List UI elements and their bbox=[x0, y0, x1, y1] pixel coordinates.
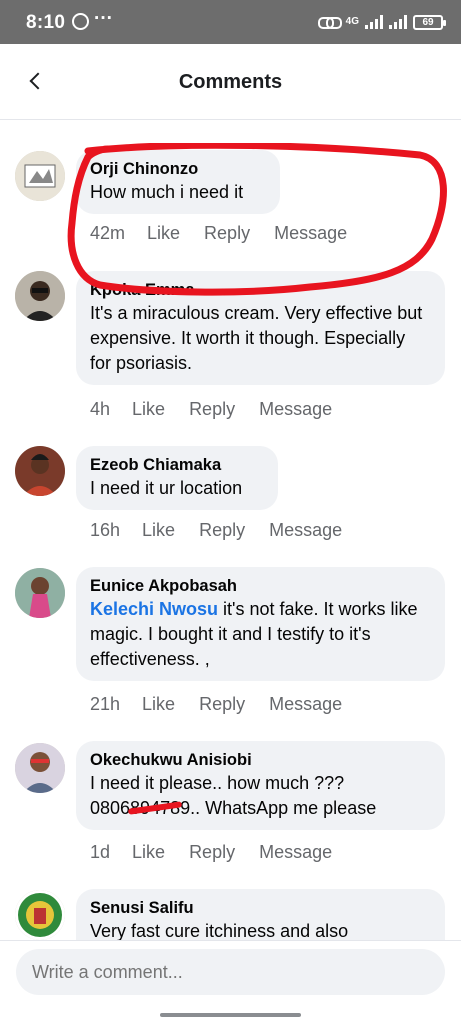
comment-bubble: Ezeob Chiamaka I need it ur location bbox=[76, 446, 278, 510]
comment-bubble: Eunice Akpobasah Kelechi Nwosu it's not … bbox=[76, 567, 445, 681]
comment-text-line-2: 0806894789.. WhatsApp me please bbox=[90, 796, 431, 821]
comment-text-rest: .. WhatsApp me please bbox=[190, 798, 377, 818]
reply-button[interactable]: Reply bbox=[199, 520, 245, 541]
status-time: 8:10 bbox=[26, 12, 66, 33]
comment-actions: 21h Like Reply Message bbox=[90, 694, 366, 715]
phone-end: 9 bbox=[180, 798, 191, 818]
more-notifications-icon: ··· bbox=[94, 8, 113, 29]
avatar[interactable] bbox=[15, 446, 65, 496]
comment-time: 21h bbox=[90, 694, 121, 714]
like-button[interactable]: Like bbox=[142, 694, 175, 715]
phone-start: 0806 bbox=[90, 798, 131, 818]
signal-icon bbox=[365, 15, 383, 29]
battery-icon: 69 bbox=[413, 14, 446, 30]
reply-button[interactable]: Reply bbox=[189, 842, 235, 863]
reply-button[interactable]: Reply bbox=[199, 694, 245, 715]
status-bar: 8:10 ··· 4G 69 bbox=[0, 0, 461, 44]
comment-text: How much i need it bbox=[90, 182, 244, 202]
app-header: Comments bbox=[0, 44, 461, 120]
comment-time: 16h bbox=[90, 520, 121, 540]
avatar[interactable] bbox=[15, 151, 65, 201]
like-button[interactable]: Like bbox=[142, 520, 175, 541]
avatar[interactable] bbox=[15, 568, 65, 618]
phone-redaction: 89478 bbox=[130, 796, 180, 821]
comment-author[interactable]: Okechukwu Anisiobi bbox=[90, 749, 431, 771]
avatar[interactable] bbox=[15, 743, 65, 793]
comment-author[interactable]: Senusi Salifu bbox=[90, 897, 431, 919]
like-button[interactable]: Like bbox=[147, 223, 180, 244]
reply-button[interactable]: Reply bbox=[189, 399, 235, 420]
network-type: 4G bbox=[345, 16, 359, 27]
comment-text: It's a miraculous cream. Very effective … bbox=[90, 303, 423, 373]
comment-list[interactable]: Orji Chinonzo How much i need it 42m Lik… bbox=[0, 121, 461, 941]
page-title: Comments bbox=[178, 71, 283, 93]
hotspot-link-icon bbox=[317, 15, 342, 29]
avatar[interactable] bbox=[15, 271, 65, 321]
message-button[interactable]: Message bbox=[274, 223, 347, 244]
comment-bubble: Okechukwu Anisiobi I need it please.. ho… bbox=[76, 741, 445, 830]
comment-bubble: Orji Chinonzo How much i need it bbox=[76, 150, 280, 214]
signal-icon-2 bbox=[389, 15, 407, 29]
comment-actions: 42m Like Reply Message bbox=[90, 223, 371, 244]
comment-time: 4h bbox=[90, 399, 111, 419]
mention-link[interactable]: Kelechi Nwosu bbox=[90, 599, 218, 619]
message-button[interactable]: Message bbox=[269, 520, 342, 541]
reply-button[interactable]: Reply bbox=[204, 223, 250, 244]
comment-text-line-1: I need it please.. how much ??? bbox=[90, 773, 345, 793]
home-indicator[interactable] bbox=[160, 1013, 301, 1017]
like-button[interactable]: Like bbox=[132, 399, 165, 420]
whatsapp-notification-icon bbox=[72, 13, 89, 30]
comment-time: 1d bbox=[90, 842, 111, 862]
message-button[interactable]: Message bbox=[259, 842, 332, 863]
comment-author[interactable]: Kpoka Emma bbox=[90, 279, 431, 301]
avatar[interactable] bbox=[15, 890, 65, 940]
comment-author[interactable]: Ezeob Chiamaka bbox=[90, 454, 264, 476]
comment-author[interactable]: Eunice Akpobasah bbox=[90, 575, 431, 597]
comment-author[interactable]: Orji Chinonzo bbox=[90, 158, 266, 180]
comment-actions: 4h Like Reply Message bbox=[90, 399, 356, 420]
comment-actions: 16h Like Reply Message bbox=[90, 520, 366, 541]
comment-bubble: Senusi Salifu Very fast cure itchiness a… bbox=[76, 889, 445, 941]
comment-composer bbox=[0, 940, 461, 1024]
comment-input[interactable] bbox=[16, 949, 445, 995]
comment-text: Very fast cure itchiness and also bbox=[90, 921, 349, 941]
like-button[interactable]: Like bbox=[132, 842, 165, 863]
message-button[interactable]: Message bbox=[269, 694, 342, 715]
comment-bubble: Kpoka Emma It's a miraculous cream. Very… bbox=[76, 271, 445, 385]
message-button[interactable]: Message bbox=[259, 399, 332, 420]
comment-text: I need it ur location bbox=[90, 478, 243, 498]
comment-actions: 1d Like Reply Message bbox=[90, 842, 356, 863]
status-icons: 4G 69 bbox=[317, 12, 446, 32]
comment-time: 42m bbox=[90, 223, 126, 243]
comment-text: Kelechi Nwosu it's not fake. It works li… bbox=[90, 597, 431, 672]
comments-screen: 8:10 ··· 4G 69 Comments Orji Chinonzo Ho… bbox=[0, 0, 461, 1024]
